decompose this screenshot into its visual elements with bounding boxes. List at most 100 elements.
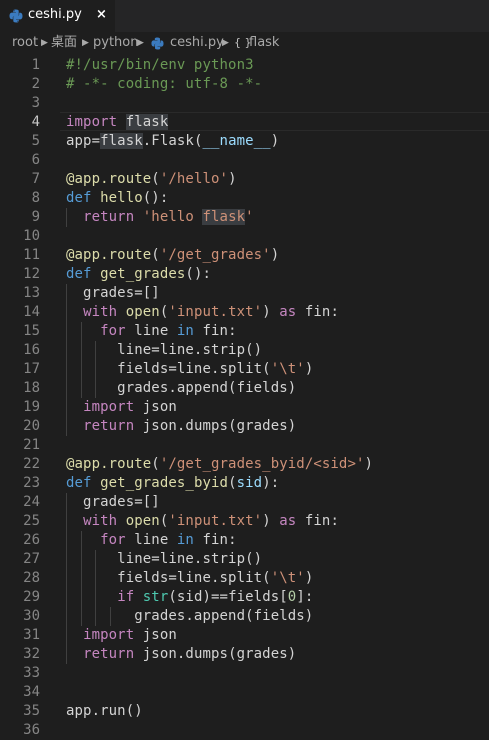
code-token: open (125, 513, 160, 529)
code-token: ) (270, 133, 280, 149)
code-line: fields=line.split('\t') (66, 569, 313, 588)
code-line: grades.append(fields) (66, 379, 296, 398)
code-token: ( (151, 456, 160, 472)
line-number: 22 (23, 456, 40, 472)
code-token: str (142, 589, 169, 605)
tab-ceshi-py[interactable]: ceshi.py × (0, 0, 115, 32)
code-token: json.dumps(grades) (134, 418, 297, 434)
line-number: 6 (31, 152, 40, 168)
code-token: for (100, 323, 126, 339)
tab-label: ceshi.py (28, 7, 82, 22)
line-number: 34 (23, 684, 40, 700)
line-number: 13 (23, 285, 40, 301)
breadcrumb-item-file[interactable]: ceshi.py (170, 32, 224, 54)
line-number: 16 (23, 342, 40, 358)
breadcrumb: root ▶ 桌面 ▶ python ▶ ceshi.py ▶ { } flas… (0, 32, 489, 54)
breadcrumb-item-desktop[interactable]: 桌面 (51, 32, 77, 54)
line-number: 14 (23, 304, 40, 320)
code-line: grades.append(fields) (66, 607, 313, 626)
code-token: fields=line.split( (66, 361, 271, 377)
code-token: @app.route (66, 247, 152, 263)
line-number: 7 (31, 171, 40, 187)
close-icon[interactable]: × (96, 7, 107, 23)
breadcrumb-item-symbol[interactable]: flask (249, 32, 279, 54)
code-line: with open('input.txt') as fin: (66, 303, 339, 322)
code-line: return json.dumps(grades) (66, 417, 296, 436)
code-line: fields=line.split('\t') (66, 360, 313, 379)
code-token: import (66, 114, 118, 130)
line-number: 21 (23, 437, 40, 453)
code-token: json (134, 399, 177, 415)
code-token: for (100, 532, 126, 548)
code-token: '\t' (270, 570, 305, 586)
line-number: 9 (31, 209, 40, 225)
code-token: grades.append(fields) (66, 608, 314, 624)
code-token: as (279, 304, 297, 320)
line-number: 28 (23, 570, 40, 586)
code-line: grades=[] (66, 284, 160, 303)
code-line: @app.route('/get_grades_byid/<sid>') (66, 455, 373, 474)
code-token: fin: (193, 532, 237, 548)
line-number: 32 (23, 646, 40, 662)
code-line: import json (66, 398, 177, 417)
code-token: ' (245, 209, 254, 225)
code-token: ]: (296, 589, 314, 605)
code-token: __name__ (202, 133, 271, 149)
code-line: return json.dumps(grades) (66, 645, 296, 664)
line-number: 29 (23, 589, 40, 605)
code-line: line=line.strip() (66, 341, 262, 360)
code-line: def get_grades_byid(sid): (66, 474, 279, 493)
code-line: with open('input.txt') as fin: (66, 512, 339, 531)
code-line: # -*- coding: utf-8 -*- (66, 75, 262, 94)
code-editor[interactable]: 1 2 3 4 5 6 7 8 9 10 11 12 13 14 15 16 17 18 19 20 21 22 23 24 2… (0, 56, 489, 738)
code-token: @app.route (66, 171, 152, 187)
line-number: 17 (23, 361, 40, 377)
line-number: 8 (31, 190, 40, 206)
code-token: open (125, 304, 160, 320)
code-token: line (125, 323, 177, 339)
code-line: for line in fin: (66, 531, 237, 550)
code-token: fields=line.split( (66, 570, 271, 586)
line-number: 27 (23, 551, 40, 567)
code-token: ): (262, 475, 280, 491)
python-icon (9, 9, 23, 23)
line-number: 35 (23, 703, 40, 719)
code-token: def (66, 190, 92, 206)
line-number: 36 (23, 722, 40, 738)
code-token: line=line.strip() (66, 551, 263, 567)
line-number: 31 (23, 627, 40, 643)
line-number: 33 (23, 665, 40, 681)
code-token: fin: (296, 304, 339, 320)
code-token: import (83, 399, 135, 415)
tab-bar: ceshi.py × (0, 0, 489, 32)
line-number: 20 (23, 418, 40, 434)
chevron-right-icon: ▶ (82, 38, 89, 48)
breadcrumb-item-python[interactable]: python (93, 32, 138, 54)
chevron-right-icon: ▶ (222, 38, 229, 48)
code-line: app=flask.Flask(__name__) (66, 132, 279, 151)
line-number: 30 (23, 608, 40, 624)
code-token: get_grades (100, 266, 186, 282)
code-token: return (83, 646, 135, 662)
code-line: def get_grades(): (66, 265, 211, 284)
code-token: hello (100, 190, 143, 206)
python-icon (151, 37, 164, 50)
code-token: ( (151, 171, 160, 187)
line-number: 18 (23, 380, 40, 396)
code-token: def (66, 266, 92, 282)
code-line: app.run() (66, 702, 143, 721)
code-token: sid (236, 475, 263, 491)
code-line: import flask (66, 113, 169, 132)
line-number: 25 (23, 513, 40, 529)
breadcrumb-item-root[interactable]: root (12, 32, 38, 54)
code-token: return (83, 418, 135, 434)
line-number: 2 (31, 76, 40, 92)
chevron-right-icon: ▶ (41, 38, 48, 48)
